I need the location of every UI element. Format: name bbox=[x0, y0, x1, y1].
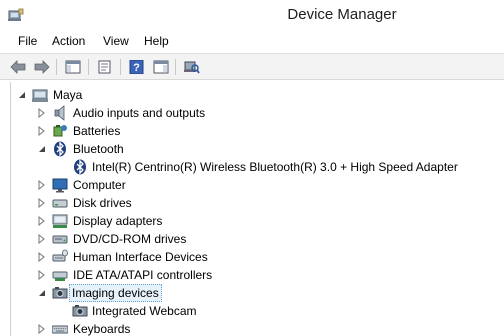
tree-device-label: Integrated Webcam bbox=[92, 304, 197, 318]
tree-device-label: Intel(R) Centrino(R) Wireless Bluetooth(… bbox=[92, 160, 458, 174]
tree-item-bluetooth[interactable]: Bluetooth bbox=[11, 140, 491, 158]
expand-arrow-icon[interactable] bbox=[37, 198, 46, 208]
tree-item-label: Computer bbox=[73, 178, 126, 192]
menu-file[interactable]: File bbox=[16, 34, 39, 48]
imaging-device-icon bbox=[52, 285, 68, 301]
tree-item-label: Bluetooth bbox=[73, 142, 124, 156]
toolbar-separator bbox=[88, 59, 89, 75]
tree-item-hid[interactable]: Human Interface Devices bbox=[11, 248, 491, 266]
collapse-arrow-icon[interactable] bbox=[37, 144, 46, 154]
scan-hardware-changes-icon[interactable] bbox=[182, 58, 202, 76]
help-icon[interactable]: ? bbox=[127, 58, 147, 76]
tree-item-label: DVD/CD-ROM drives bbox=[73, 232, 187, 246]
hid-icon bbox=[52, 249, 68, 265]
menu-view[interactable]: View bbox=[101, 34, 131, 48]
tree-item-computer[interactable]: Computer bbox=[11, 176, 491, 194]
expand-arrow-icon[interactable] bbox=[37, 234, 46, 244]
battery-icon bbox=[52, 123, 68, 139]
tree-item-label: Keyboards bbox=[73, 322, 131, 336]
webcam-icon bbox=[72, 303, 88, 319]
svg-text:?: ? bbox=[133, 62, 140, 74]
ide-controller-icon bbox=[52, 267, 68, 283]
properties-icon[interactable] bbox=[95, 58, 115, 76]
expand-arrow-icon[interactable] bbox=[37, 126, 46, 136]
forward-icon[interactable] bbox=[32, 58, 52, 76]
bluetooth-icon bbox=[52, 141, 68, 157]
tree-item-ide-controllers[interactable]: IDE ATA/ATAPI controllers bbox=[11, 266, 491, 284]
expand-arrow-icon[interactable] bbox=[37, 324, 46, 334]
tree-item-label: IDE ATA/ATAPI controllers bbox=[73, 268, 213, 282]
toolbar-separator bbox=[56, 59, 57, 75]
tree-item-label: Display adapters bbox=[73, 214, 163, 228]
tree-item-display-adapters[interactable]: Display adapters bbox=[11, 212, 491, 230]
tree-item-audio[interactable]: Audio inputs and outputs bbox=[11, 104, 491, 122]
bluetooth-icon bbox=[72, 159, 88, 175]
device-tree: Maya Audio inputs and outputs Batteries … bbox=[10, 82, 504, 336]
back-icon[interactable] bbox=[8, 58, 28, 76]
tree-item-label: Audio inputs and outputs bbox=[73, 106, 206, 120]
monitor-icon bbox=[52, 177, 68, 193]
menu-bar: File Action View Help bbox=[0, 32, 504, 52]
tree-item-label: Batteries bbox=[73, 124, 121, 138]
collapse-arrow-icon[interactable] bbox=[37, 288, 46, 298]
disk-drive-icon bbox=[52, 195, 68, 211]
tree-item-imaging-devices[interactable]: Imaging devices bbox=[11, 284, 491, 302]
tree-device-bluetooth-adapter[interactable]: Intel(R) Centrino(R) Wireless Bluetooth(… bbox=[11, 158, 495, 176]
tree-root[interactable]: Maya bbox=[11, 86, 491, 104]
root-label: Maya bbox=[53, 88, 83, 102]
tree-item-label: Imaging devices bbox=[69, 284, 162, 302]
expand-arrow-icon[interactable] bbox=[37, 108, 46, 118]
keyboard-icon bbox=[51, 321, 69, 336]
optical-drive-icon bbox=[52, 231, 68, 247]
display-adapter-icon bbox=[52, 213, 68, 229]
expand-arrow-icon[interactable] bbox=[37, 270, 46, 280]
tree-item-keyboards[interactable]: Keyboards bbox=[11, 320, 491, 336]
tree-item-label: Human Interface Devices bbox=[73, 250, 208, 264]
window-title: Device Manager bbox=[287, 6, 397, 23]
show-hide-console-tree-icon[interactable] bbox=[63, 58, 83, 76]
expand-arrow-icon[interactable] bbox=[37, 216, 46, 226]
title-bar: Device Manager bbox=[0, 0, 504, 32]
tree-item-batteries[interactable]: Batteries bbox=[11, 122, 491, 140]
tree-item-disk-drives[interactable]: Disk drives bbox=[11, 194, 491, 212]
tree-item-dvd-cdrom[interactable]: DVD/CD-ROM drives bbox=[11, 230, 491, 248]
expand-arrow-icon[interactable] bbox=[37, 180, 46, 190]
menu-help[interactable]: Help bbox=[142, 34, 171, 48]
menu-action[interactable]: Action bbox=[50, 34, 87, 48]
tree-device-integrated-webcam[interactable]: Integrated Webcam bbox=[11, 302, 491, 320]
computer-icon bbox=[32, 87, 48, 103]
tree-item-label: Disk drives bbox=[73, 196, 132, 210]
show-action-pane-icon[interactable] bbox=[151, 58, 171, 76]
toolbar-separator bbox=[175, 59, 176, 75]
speaker-icon bbox=[52, 105, 68, 121]
expand-arrow-icon[interactable] bbox=[37, 252, 46, 262]
toolbar: ? bbox=[0, 53, 504, 80]
toolbar-separator bbox=[120, 59, 121, 75]
collapse-arrow-icon[interactable] bbox=[17, 90, 26, 100]
